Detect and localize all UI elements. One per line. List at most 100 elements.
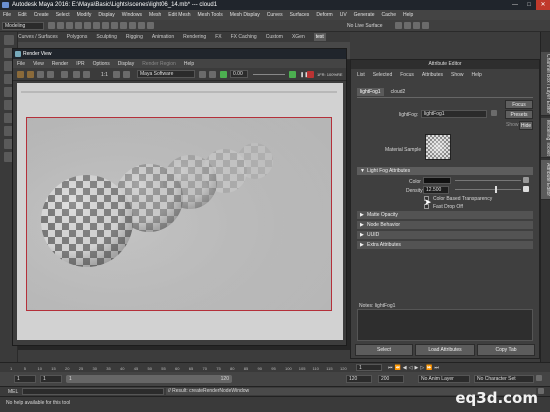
render-region-icon[interactable] <box>47 71 54 78</box>
step-back-icon[interactable]: ⏪ <box>395 365 403 371</box>
select-button[interactable]: Select <box>355 344 413 356</box>
color-slider[interactable] <box>455 180 521 181</box>
rendered-image[interactable] <box>26 117 332 311</box>
menu-mesh-display[interactable]: Mesh Display <box>230 12 260 18</box>
render-settings-icon[interactable] <box>413 22 420 29</box>
menu-cache[interactable]: Cache <box>382 12 396 18</box>
menu-file[interactable]: File <box>3 12 11 18</box>
shelf-tab-animation[interactable]: Animation <box>152 34 174 40</box>
fog-color-swatch[interactable] <box>423 177 451 184</box>
script-editor-icon[interactable] <box>538 388 544 394</box>
ae-menu-show[interactable]: Show <box>451 72 464 78</box>
ipr-render-icon[interactable] <box>404 22 411 29</box>
range-bar[interactable]: 1 120 <box>66 375 232 383</box>
density-map-icon[interactable] <box>523 186 529 192</box>
shelf-tab-rigging[interactable]: Rigging <box>126 34 143 40</box>
section-uuid[interactable]: ▶ UUID <box>357 231 533 239</box>
section-matte-opacity[interactable]: ▶ Matte Opacity <box>357 211 533 219</box>
open-scene-icon[interactable] <box>57 22 64 29</box>
maximize-button[interactable]: □ <box>522 0 536 10</box>
select-component-icon[interactable] <box>111 22 118 29</box>
ratio-label[interactable]: 1:1 <box>101 72 108 78</box>
select-object-icon[interactable] <box>102 22 109 29</box>
menu-edit-mesh[interactable]: Edit Mesh <box>168 12 190 18</box>
render-frame-icon[interactable] <box>395 22 402 29</box>
end-time-field[interactable]: 200 <box>378 375 404 383</box>
exposure-slider[interactable] <box>253 74 285 75</box>
menu-mesh[interactable]: Mesh <box>149 12 161 18</box>
menu-mesh-tools[interactable]: Mesh Tools <box>198 12 223 18</box>
menu-deform[interactable]: Deform <box>316 12 332 18</box>
color-map-icon[interactable] <box>523 177 529 183</box>
time-slider[interactable]: 1 5 10 15 20 25 30 35 40 45 50 55 60 65 70 75 80 85 90 95 10… <box>0 362 550 372</box>
tab-cloud2[interactable]: cloud2 <box>388 88 409 96</box>
menu-select[interactable]: Select <box>56 12 70 18</box>
section-light-fog-attributes[interactable]: ▼ Light Fog Attributes <box>357 167 533 175</box>
tab-lightfog1[interactable]: lightFog1 <box>357 88 384 96</box>
playback-end-field[interactable]: 120 <box>346 375 372 383</box>
hypershade-icon[interactable] <box>422 22 429 29</box>
go-to-end-icon[interactable]: ⏭ <box>434 365 441 371</box>
notes-textarea[interactable] <box>357 309 533 341</box>
anim-layer-dropdown[interactable]: No Anim Layer <box>418 375 470 383</box>
ae-menu-attributes[interactable]: Attributes <box>422 72 443 78</box>
shelf-tab-curves-surfaces[interactable]: Curves / Surfaces <box>18 34 58 40</box>
select-hierarchy-icon[interactable] <box>93 22 100 29</box>
tab-channel-box[interactable]: Channel Box / Layer Editor <box>541 52 550 116</box>
shelf-tab-test[interactable]: test <box>313 33 326 41</box>
start-time-field[interactable]: 1 <box>14 375 36 383</box>
menu-surfaces[interactable]: Surfaces <box>290 12 310 18</box>
shelf-tab-rendering[interactable]: Rendering <box>183 34 206 40</box>
menu-edit[interactable]: Edit <box>18 12 27 18</box>
focus-button[interactable]: Focus <box>505 100 533 109</box>
ae-menu-focus[interactable]: Focus <box>400 72 414 78</box>
snap-grid-icon[interactable] <box>120 22 127 29</box>
stop-icon[interactable] <box>307 71 314 78</box>
menu-uv[interactable]: UV <box>340 12 347 18</box>
menu-help[interactable]: Help <box>403 12 413 18</box>
menu-display[interactable]: Display <box>98 12 114 18</box>
copy-tab-button[interactable]: Copy Tab <box>477 344 535 356</box>
exposure-field[interactable]: 0.00 <box>230 70 248 78</box>
menu-curves[interactable]: Curves <box>267 12 283 18</box>
current-frame-field[interactable]: 1 <box>356 364 382 371</box>
snap-curve-icon[interactable] <box>129 22 136 29</box>
rv-menu-help[interactable]: Help <box>184 61 194 67</box>
load-attributes-button[interactable]: Load Attributes <box>415 344 475 356</box>
refresh-icon[interactable] <box>37 71 44 78</box>
command-input[interactable] <box>22 388 164 395</box>
rv-menu-ipr[interactable]: IPR <box>76 61 84 67</box>
render-view-titlebar[interactable]: Render View <box>13 49 346 59</box>
exposure-icon[interactable] <box>220 71 227 78</box>
select-tool-icon[interactable] <box>3 35 14 45</box>
shelf-tab-sculpting[interactable]: Sculpting <box>96 34 117 40</box>
gamma-icon[interactable] <box>289 71 296 78</box>
rv-menu-render[interactable]: Render <box>52 61 68 67</box>
key-icon[interactable] <box>536 375 542 381</box>
rgb-icon[interactable] <box>73 71 80 78</box>
presets-button[interactable]: Presets <box>505 110 533 119</box>
live-surface-label[interactable]: No Live Surface <box>347 23 383 29</box>
menu-windows[interactable]: Windows <box>122 12 142 18</box>
hide-button[interactable]: Hide <box>519 121 533 130</box>
rv-menu-options[interactable]: Options <box>93 61 110 67</box>
keep-image-icon[interactable] <box>113 71 120 78</box>
menu-create[interactable]: Create <box>34 12 49 18</box>
snap-surface-icon[interactable] <box>147 22 154 29</box>
command-language-label[interactable]: MEL <box>8 389 18 395</box>
display-icon[interactable] <box>199 71 206 78</box>
section-node-behavior[interactable]: ▶ Node Behavior <box>357 221 533 229</box>
rv-menu-display[interactable]: Display <box>118 61 134 67</box>
tab-attribute-editor[interactable]: Attribute Editor <box>541 160 550 200</box>
shelf-tab-polygons[interactable]: Polygons <box>67 34 88 40</box>
go-to-input-icon[interactable] <box>491 110 497 116</box>
material-sample-swatch[interactable] <box>425 134 451 160</box>
redo-icon[interactable] <box>84 22 91 29</box>
shelf-tab-fx-caching[interactable]: FX Caching <box>231 34 257 40</box>
close-button[interactable]: ✕ <box>536 0 550 10</box>
minimize-button[interactable]: — <box>508 0 522 10</box>
ae-menu-help[interactable]: Help <box>472 72 482 78</box>
ae-menu-list[interactable]: List <box>357 72 365 78</box>
section-extra-attributes[interactable]: ▶ Extra Attributes <box>357 241 533 249</box>
shelf-tab-xgen[interactable]: XGen <box>292 34 305 40</box>
